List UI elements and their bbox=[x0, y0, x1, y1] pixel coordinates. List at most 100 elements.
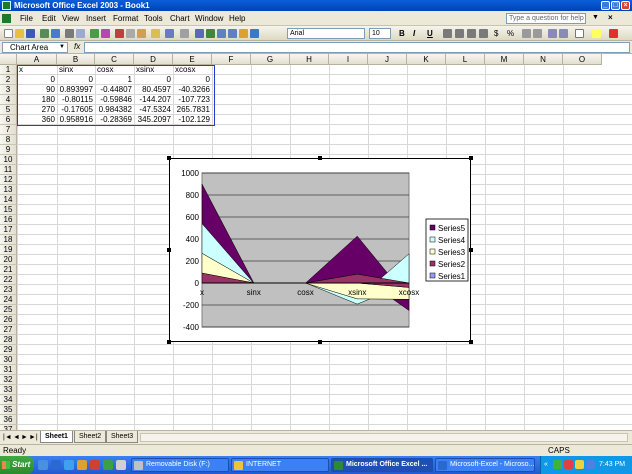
menu-view[interactable]: View bbox=[62, 14, 79, 23]
task-removable-disk[interactable]: Removable Disk (F:) bbox=[131, 458, 229, 472]
document-icon[interactable] bbox=[2, 14, 11, 23]
excel-app-icon[interactable] bbox=[2, 1, 11, 10]
column-header[interactable]: K bbox=[407, 54, 446, 65]
row-header[interactable]: 9 bbox=[0, 145, 17, 155]
x-tick-label[interactable]: cosx bbox=[297, 288, 313, 297]
row-header[interactable]: 35 bbox=[0, 405, 17, 415]
column-header[interactable]: O bbox=[563, 54, 602, 65]
increase-decimal-icon[interactable] bbox=[522, 29, 531, 38]
close-workbook-button[interactable]: × bbox=[608, 13, 613, 22]
column-header[interactable]: H bbox=[290, 54, 329, 65]
column-header[interactable]: N bbox=[524, 54, 563, 65]
font-name-select[interactable]: Arial bbox=[287, 28, 365, 39]
chevron-down-icon[interactable]: ▼ bbox=[59, 43, 65, 52]
legend-label[interactable]: Series1 bbox=[438, 272, 466, 281]
tab-sheet1[interactable]: Sheet1 bbox=[40, 431, 73, 443]
row-header[interactable]: 17 bbox=[0, 225, 17, 235]
maximize-button[interactable]: □ bbox=[611, 1, 620, 10]
align-left-icon[interactable] bbox=[443, 29, 452, 38]
print-preview-icon[interactable] bbox=[76, 29, 85, 38]
legend-swatch[interactable] bbox=[429, 236, 436, 243]
column-header[interactable]: E bbox=[173, 54, 212, 65]
underline-button[interactable]: U bbox=[427, 29, 433, 38]
quicklaunch-app-icon[interactable] bbox=[90, 460, 100, 470]
legend-label[interactable]: Series2 bbox=[438, 260, 466, 269]
y-tick-label[interactable]: 200 bbox=[186, 257, 200, 266]
column-header[interactable]: A bbox=[17, 54, 57, 65]
row-header[interactable]: 7 bbox=[0, 125, 17, 135]
permission-icon[interactable] bbox=[40, 29, 49, 38]
legend-swatch[interactable] bbox=[429, 224, 436, 231]
menu-tools[interactable]: Tools bbox=[144, 14, 163, 23]
row-header[interactable]: 33 bbox=[0, 385, 17, 395]
merge-center-icon[interactable] bbox=[479, 29, 488, 38]
increase-indent-icon[interactable] bbox=[559, 29, 568, 38]
column-header[interactable]: J bbox=[368, 54, 407, 65]
column-header[interactable]: F bbox=[212, 54, 251, 65]
save-icon[interactable] bbox=[26, 29, 35, 38]
row-header[interactable]: 26 bbox=[0, 315, 17, 325]
menu-file[interactable]: File bbox=[20, 14, 33, 23]
quicklaunch-media-icon[interactable] bbox=[64, 460, 74, 470]
drawing-icon[interactable] bbox=[250, 29, 259, 38]
row-header[interactable]: 21 bbox=[0, 265, 17, 275]
x-tick-label[interactable]: xcosx bbox=[399, 288, 419, 297]
decrease-indent-icon[interactable] bbox=[548, 29, 557, 38]
print-icon[interactable] bbox=[65, 29, 74, 38]
paste-icon[interactable] bbox=[137, 29, 146, 38]
column-header[interactable]: L bbox=[446, 54, 485, 65]
worksheet-grid[interactable]: ABCDEFGHIJKLMNO 1 2 3 4 5 6 7 8 9 10 11 12 13 14 15 16 1… bbox=[0, 54, 632, 430]
currency-button[interactable]: $ bbox=[494, 29, 498, 38]
row-header[interactable]: 1 bbox=[0, 65, 17, 75]
task-excel-document[interactable]: Microsoft-Excel - Microso... bbox=[435, 458, 535, 472]
row-header[interactable]: 27 bbox=[0, 325, 17, 335]
legend-label[interactable]: Series5 bbox=[438, 224, 466, 233]
menu-chart[interactable]: Chart bbox=[170, 14, 190, 23]
chart-resize-handle-t[interactable] bbox=[318, 156, 322, 160]
y-tick-label[interactable]: 0 bbox=[195, 279, 200, 288]
help-dropdown-icon[interactable]: ▼ bbox=[592, 14, 599, 21]
chart-resize-handle-l[interactable] bbox=[167, 248, 171, 252]
row-header[interactable]: 3 bbox=[0, 85, 17, 95]
row-header[interactable]: 31 bbox=[0, 365, 17, 375]
last-sheet-icon[interactable]: ►| bbox=[29, 434, 38, 441]
tray-security-icon[interactable] bbox=[564, 460, 573, 469]
tray-expand-icon[interactable]: « bbox=[544, 456, 548, 474]
fx-label[interactable]: fx bbox=[74, 42, 80, 51]
row-header[interactable]: 18 bbox=[0, 235, 17, 245]
chart-resize-handle-br[interactable] bbox=[469, 340, 473, 344]
row-header[interactable]: 28 bbox=[0, 335, 17, 345]
new-icon[interactable] bbox=[4, 29, 13, 38]
chart-resize-handle-tl[interactable] bbox=[167, 156, 171, 160]
legend-swatch[interactable] bbox=[429, 260, 436, 267]
first-sheet-icon[interactable]: |◄ bbox=[3, 434, 12, 441]
legend-label[interactable]: Series4 bbox=[438, 236, 466, 245]
start-button[interactable]: Start bbox=[0, 456, 34, 474]
borders-icon[interactable] bbox=[575, 29, 584, 38]
y-tick-label[interactable]: -200 bbox=[183, 301, 200, 310]
horizontal-scrollbar[interactable] bbox=[140, 433, 628, 442]
column-header[interactable]: D bbox=[134, 54, 173, 65]
column-header[interactable]: G bbox=[251, 54, 290, 65]
row-header[interactable]: 4 bbox=[0, 95, 17, 105]
column-header[interactable]: B bbox=[57, 54, 95, 65]
row-header[interactable]: 15 bbox=[0, 205, 17, 215]
chart-resize-handle-bl[interactable] bbox=[167, 340, 171, 344]
row-header[interactable]: 6 bbox=[0, 115, 17, 125]
spelling-icon[interactable] bbox=[90, 29, 99, 38]
email-icon[interactable] bbox=[51, 29, 60, 38]
quicklaunch-folder-icon[interactable] bbox=[77, 460, 87, 470]
row-header[interactable]: 10 bbox=[0, 155, 17, 165]
fill-color-icon[interactable] bbox=[592, 29, 601, 38]
quicklaunch-ie-icon[interactable] bbox=[38, 460, 48, 470]
row-header[interactable]: 30 bbox=[0, 355, 17, 365]
sort-descending-icon[interactable] bbox=[228, 29, 237, 38]
chart-resize-handle-r[interactable] bbox=[469, 248, 473, 252]
format-painter-icon[interactable] bbox=[151, 29, 160, 38]
select-all-corner[interactable] bbox=[0, 54, 17, 65]
chart-resize-handle-b[interactable] bbox=[318, 340, 322, 344]
row-header[interactable]: 25 bbox=[0, 305, 17, 315]
tab-sheet2[interactable]: Sheet2 bbox=[74, 431, 107, 443]
next-sheet-icon[interactable]: ► bbox=[21, 434, 28, 441]
formula-input[interactable] bbox=[84, 42, 630, 53]
